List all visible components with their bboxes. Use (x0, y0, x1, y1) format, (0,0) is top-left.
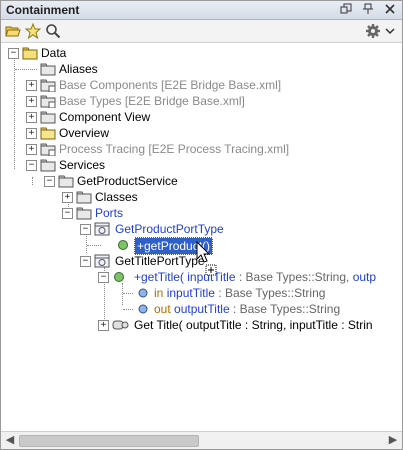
operation-name: +getTitle( (134, 270, 184, 284)
tree-item-get-product-op[interactable]: +getProduct() (1, 237, 381, 255)
open-folder-icon[interactable] (5, 23, 21, 39)
tree-item-label: Process Tracing [E2E Process Tracing.xml… (59, 142, 290, 156)
operation-signature: +getTitle( inputTitle : Base Types::Stri… (134, 269, 376, 285)
tree-item-component-view[interactable]: + Component View (1, 109, 381, 125)
titlebar-buttons (340, 3, 396, 15)
tree-item-label: Services (59, 158, 106, 172)
gear-icon[interactable] (365, 23, 381, 39)
parameter-icon (136, 286, 152, 300)
package-icon (76, 190, 92, 204)
package-icon (40, 110, 56, 124)
param-name: outputTitle (174, 302, 230, 316)
tree-item-get-product-service[interactable]: − GetProductService (1, 173, 381, 189)
expand-icon[interactable]: + (26, 112, 37, 123)
scroll-right-icon[interactable]: ▶ (387, 434, 399, 446)
tree-connector (87, 245, 101, 246)
collapse-icon[interactable]: − (8, 48, 19, 59)
search-icon[interactable] (45, 23, 61, 39)
scroll-left-icon[interactable]: ◀ (4, 434, 16, 446)
collapse-icon[interactable]: − (62, 208, 73, 219)
collapse-icon[interactable]: − (80, 224, 91, 235)
tree-item-services[interactable]: − Services (1, 157, 381, 173)
package-icon (40, 62, 56, 76)
param-direction: out (154, 302, 171, 316)
horizontal-scrollbar[interactable]: ◀ ▶ (1, 431, 402, 449)
tree-connector (123, 293, 133, 294)
tree-item-label: Aliases (59, 62, 98, 76)
panel-toolbar (1, 20, 402, 43)
chevron-down-icon[interactable] (385, 23, 395, 39)
containment-panel: Containment − Data Aliases + Base Compon… (0, 0, 403, 450)
expand-icon[interactable]: + (62, 192, 73, 203)
operation-icon (116, 238, 132, 252)
tree-item-base-components[interactable]: + Base Components [E2E Bridge Base.xml] (1, 77, 381, 93)
containment-tree: − Data Aliases + Base Components [E2E Br… (1, 43, 402, 431)
expand-icon[interactable]: + (26, 96, 37, 107)
package-icon (40, 78, 56, 93)
tree-item-label: Get Title( outputTitle : String, inputTi… (134, 318, 373, 332)
param-name: inputTitle (166, 286, 215, 300)
star-icon[interactable] (24, 22, 42, 40)
port-type-icon (94, 222, 110, 236)
package-icon (22, 46, 38, 60)
port-type-icon (94, 254, 110, 268)
tree-item-label: Base Components [E2E Bridge Base.xml] (59, 78, 282, 92)
tree-item-classes[interactable]: + Classes (1, 189, 381, 205)
tree-item-get-product-port-type[interactable]: − GetProductPortType (1, 221, 381, 237)
package-icon (40, 158, 56, 172)
expand-icon[interactable]: + (98, 320, 109, 331)
param-direction: in (154, 286, 164, 300)
parameter-label: in inputTitle : Base Types::String (154, 285, 325, 301)
panel-title: Containment (6, 3, 80, 17)
tree-item-get-title-impl[interactable]: + Get Title( outputTitle : String, input… (1, 317, 402, 333)
activity-icon (112, 318, 129, 332)
tree-item-label: Classes (95, 190, 138, 204)
expand-icon[interactable]: + (26, 144, 37, 155)
drag-cursor-icon (196, 240, 218, 281)
param-name: outp (349, 270, 377, 284)
panel-titlebar: Containment (1, 1, 402, 20)
tree-item-get-title-port-type[interactable]: − GetTitlePortType (1, 253, 381, 269)
parameter-label: out outputTitle : Base Types::String (154, 301, 340, 317)
package-icon (40, 142, 56, 157)
tree-item-label: GetProductPortType (115, 222, 224, 236)
expand-icon[interactable]: + (26, 128, 37, 139)
param-type: : Base Types::String, (235, 270, 350, 284)
tree-item-data[interactable]: − Data (1, 45, 381, 61)
tree-item-label: GetProductService (77, 174, 178, 188)
tree-item-param-out[interactable]: out outputTitle : Base Types::String (1, 301, 381, 317)
scroll-thumb[interactable] (19, 435, 199, 447)
collapse-icon[interactable]: − (44, 176, 55, 187)
package-icon (40, 94, 56, 109)
collapse-icon[interactable]: − (98, 272, 109, 283)
package-icon (76, 206, 92, 220)
tree-item-label: Ports (95, 206, 124, 220)
collapse-icon[interactable]: − (80, 256, 91, 267)
tree-item-label: Overview (59, 126, 110, 140)
param-type: : Base Types::String (214, 286, 326, 300)
pin-icon[interactable] (362, 3, 374, 15)
folder-icon (40, 126, 56, 140)
tree-item-base-types[interactable]: + Base Types [E2E Bridge Base.xml] (1, 93, 381, 109)
tree-item-label: Component View (59, 110, 151, 124)
tree-item-aliases[interactable]: Aliases (1, 61, 381, 77)
tree-connector (15, 69, 37, 70)
collapse-icon[interactable]: − (26, 160, 37, 171)
tree-item-process-tracing[interactable]: + Process Tracing [E2E Process Tracing.x… (1, 141, 381, 157)
tree-item-label: Data (41, 46, 67, 60)
close-icon[interactable] (384, 3, 396, 15)
tree-connector (123, 309, 133, 310)
operation-icon (112, 270, 128, 284)
expand-icon[interactable]: + (26, 80, 37, 91)
tree-item-label: Base Types [E2E Bridge Base.xml] (59, 94, 245, 108)
package-icon (58, 174, 74, 188)
parameter-icon (136, 302, 152, 316)
tree-item-ports[interactable]: − Ports (1, 205, 381, 221)
param-type: : Base Types::String (229, 302, 341, 316)
restore-icon[interactable] (340, 3, 352, 15)
tree-item-param-in[interactable]: in inputTitle : Base Types::String (1, 285, 381, 301)
tree-item-label: GetTitlePortType (115, 254, 205, 268)
tree-item-overview[interactable]: + Overview (1, 125, 381, 141)
